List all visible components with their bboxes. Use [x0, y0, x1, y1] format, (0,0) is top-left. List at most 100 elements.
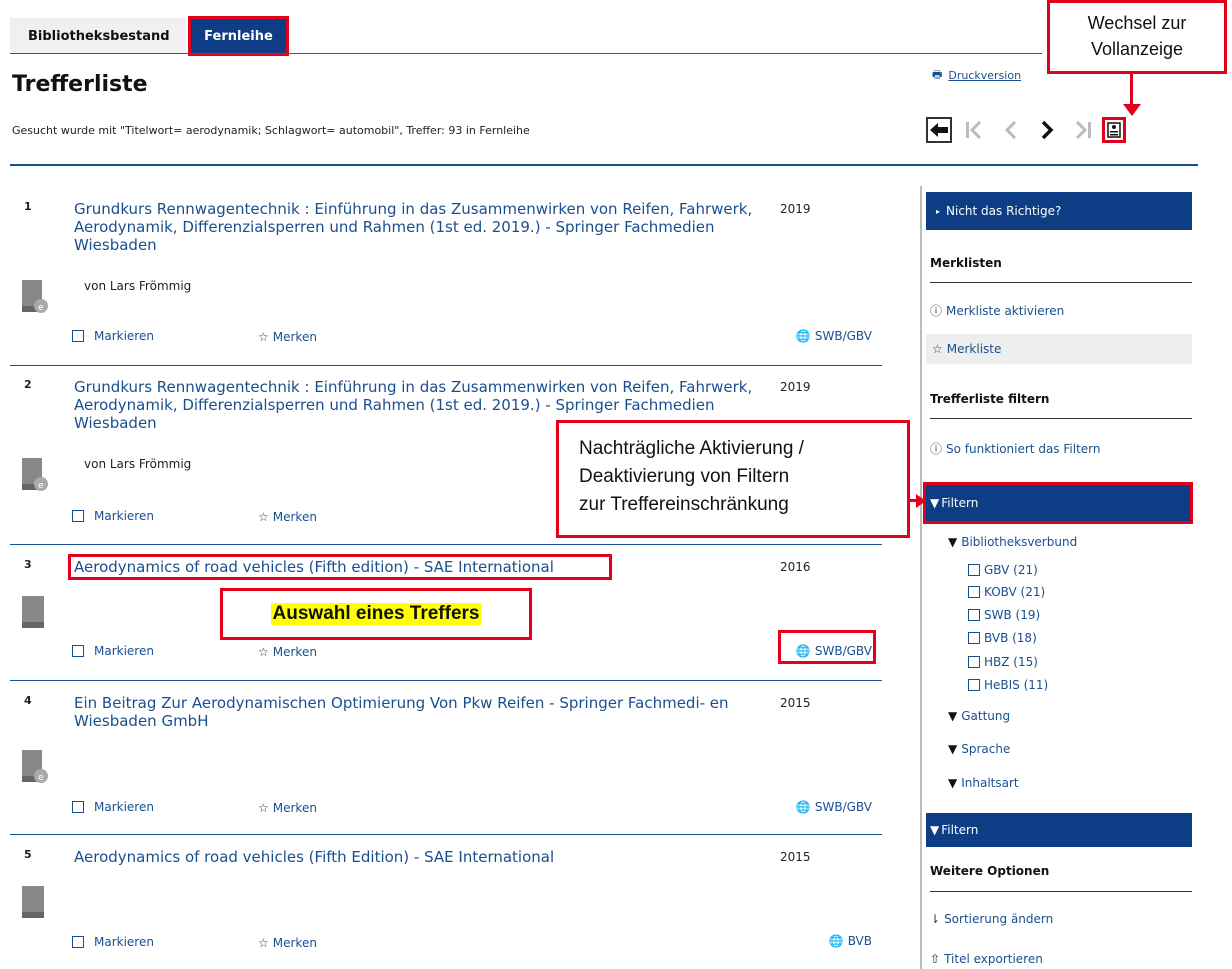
result-title[interactable]: Grundkurs Rennwagentechnik : Einführung … — [74, 200, 774, 254]
result-title[interactable]: Ein Beitrag Zur Aerodynamischen Optimier… — [74, 694, 774, 730]
back-to-list-icon[interactable] — [926, 117, 952, 143]
filter-heading: Trefferliste filtern — [930, 392, 1050, 406]
source-link[interactable]: 🌐 BVB — [829, 934, 872, 948]
result-number: 2 — [24, 378, 32, 391]
merken-button[interactable]: ☆ Merken — [258, 510, 317, 524]
merkliste-link[interactable]: ☆ Merkliste — [926, 334, 1192, 364]
filter-option-kobv[interactable]: KOBV (21) — [968, 585, 1045, 599]
callout-full-view-line2: Vollanzeige — [1090, 39, 1184, 59]
export-link[interactable]: ⇧ Titel exportieren — [930, 952, 1043, 966]
mark-checkbox[interactable]: Markieren — [72, 644, 154, 658]
merken-button[interactable]: ☆ Merken — [258, 936, 317, 950]
sidebar-rule — [930, 282, 1192, 283]
star-icon: ☆ — [258, 801, 269, 815]
globe-icon: 🌐 — [795, 329, 811, 343]
mark-label: Markieren — [94, 509, 154, 523]
svg-text:e: e — [38, 773, 44, 783]
highlight-source-box — [778, 630, 876, 664]
result-year: 2015 — [780, 850, 811, 864]
callout-select: Auswahl eines Treffers — [220, 588, 532, 640]
checkbox-icon — [968, 609, 980, 621]
tab-divider — [10, 53, 1042, 54]
help-icon: ⓘ — [930, 442, 943, 456]
how-filter-link[interactable]: ⓘ So funktioniert das Filtern — [930, 440, 1100, 457]
filter-option-gbv[interactable]: GBV (21) — [968, 563, 1038, 577]
filter-option-label: GBV (21) — [984, 563, 1038, 577]
next-icon[interactable] — [1034, 117, 1060, 143]
arrow-head-icon — [1123, 104, 1141, 116]
filter-inhaltsart[interactable]: ▼ Inhaltsart — [948, 776, 1019, 790]
mark-checkbox[interactable]: Markieren — [72, 935, 154, 949]
filter-bar-bottom-label: Filtern — [941, 823, 979, 837]
first-page-icon[interactable] — [962, 117, 988, 143]
result-divider — [10, 834, 882, 835]
how-filter-label: So funktioniert das Filtern — [946, 442, 1101, 456]
callout-filter-line1: Nachträgliche Aktivierung / — [579, 438, 804, 459]
merken-button[interactable]: ☆ Merken — [258, 330, 317, 344]
star-icon: ☆ — [258, 645, 269, 659]
ebook-icon: e — [22, 750, 48, 783]
star-icon: ☆ — [258, 936, 269, 950]
filter-option-label: KOBV (21) — [984, 585, 1046, 599]
previous-icon[interactable] — [998, 117, 1024, 143]
callout-select-label: Auswahl eines Treffers — [270, 603, 482, 625]
printer-icon: 🖶 — [932, 68, 943, 81]
sidebar-border — [920, 186, 922, 969]
callout-filter-line2: Deaktivierung von Filtern — [579, 466, 790, 487]
filter-option-hebis[interactable]: HeBIS (11) — [968, 678, 1048, 692]
result-year: 2015 — [780, 696, 811, 710]
result-title[interactable]: Aerodynamics of road vehicles (Fifth Edi… — [74, 848, 774, 866]
filter-option-label: BVB (18) — [984, 631, 1037, 645]
filter-gattung[interactable]: ▼ Gattung — [948, 709, 1010, 723]
callout-filter-line3: zur Treffereinschränkung — [579, 494, 789, 515]
filter-inhaltsart-label: Inhaltsart — [961, 776, 1019, 790]
merken-button[interactable]: ☆ Merken — [258, 645, 317, 659]
result-divider — [10, 365, 882, 366]
merkliste-activate-link[interactable]: ⓘ Merkliste aktivieren — [930, 302, 1064, 319]
arrow-head-icon — [916, 494, 926, 508]
last-page-icon[interactable] — [1070, 117, 1096, 143]
filter-bar[interactable]: ▼ Filtern — [923, 482, 1193, 524]
star-icon: ☆ — [932, 342, 943, 356]
filter-option-bvb[interactable]: BVB (18) — [968, 631, 1037, 645]
filter-sprache[interactable]: ▼ Sprache — [948, 742, 1010, 756]
mark-checkbox[interactable]: Markieren — [72, 800, 154, 814]
sort-icon: ⇂ — [930, 912, 941, 926]
header-rule — [10, 164, 1198, 166]
source-label: SWB/GBV — [814, 800, 872, 814]
result-author: von Lars Frömmig — [84, 279, 192, 293]
filter-option-swb[interactable]: SWB (19) — [968, 608, 1040, 622]
source-label: SWB/GBV — [814, 329, 872, 343]
sort-link[interactable]: ⇂ Sortierung ändern — [930, 912, 1053, 926]
source-link[interactable]: 🌐 SWB/GBV — [796, 329, 872, 343]
globe-icon: 🌐 — [795, 800, 811, 814]
merken-label: Merken — [272, 510, 317, 524]
filter-bar-bottom[interactable]: ▼ Filtern — [926, 813, 1192, 847]
not-right-bar[interactable]: ▸ Nicht das Richtige? — [926, 192, 1192, 230]
tab-bibliotheksbestand[interactable]: Bibliotheksbestand — [10, 18, 186, 54]
ebook-icon: e — [22, 458, 48, 491]
filter-option-label: SWB (19) — [984, 608, 1041, 622]
mark-label: Markieren — [94, 329, 154, 343]
merken-button[interactable]: ☆ Merken — [258, 801, 317, 815]
source-link[interactable]: 🌐 SWB/GBV — [796, 800, 872, 814]
full-view-icon[interactable] — [1102, 117, 1126, 143]
result-number: 3 — [24, 558, 32, 571]
filter-option-hbz[interactable]: HBZ (15) — [968, 655, 1038, 669]
ebook-icon: e — [22, 280, 48, 313]
checkbox-icon — [72, 801, 84, 813]
checkbox-icon — [72, 645, 84, 657]
filter-icon: ▼ — [930, 496, 940, 510]
mark-checkbox[interactable]: Markieren — [72, 509, 154, 523]
filter-bibliotheksverbund[interactable]: ▼ Bibliotheksverbund — [948, 535, 1077, 549]
checkbox-icon — [72, 510, 84, 522]
print-link[interactable]: 🖶 Druckversion — [932, 66, 1021, 85]
export-label: Titel exportieren — [944, 952, 1043, 966]
checkbox-icon — [968, 564, 980, 576]
tab-fernleihe[interactable]: Fernleihe — [188, 16, 289, 56]
result-year: 2019 — [780, 202, 811, 216]
callout-filter: Nachträgliche Aktivierung / Deaktivierun… — [556, 420, 910, 538]
sidebar-rule — [930, 891, 1192, 892]
mark-checkbox[interactable]: Markieren — [72, 329, 154, 343]
result-item: 5 Aerodynamics of road vehicles (Fifth E… — [10, 848, 882, 958]
